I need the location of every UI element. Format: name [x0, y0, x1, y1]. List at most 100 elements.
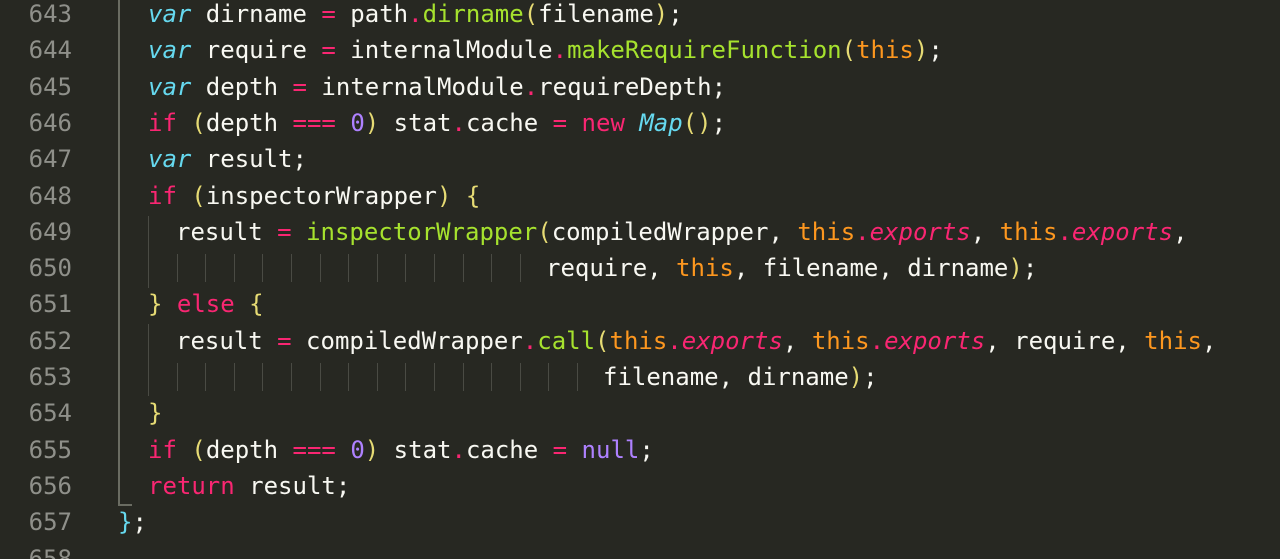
wrap-indent-guide — [233, 254, 235, 283]
code-token: null — [581, 435, 640, 464]
code-token: = — [321, 36, 336, 65]
wrap-indent-guide — [205, 254, 207, 283]
code-token: requireDepth; — [538, 72, 727, 101]
code-token: = — [277, 326, 292, 355]
wrap-indent-guide — [205, 363, 207, 391]
code-line[interactable]: var dirname = path.dirname(filename); — [148, 0, 683, 32]
code-token: this — [797, 217, 856, 246]
code-token: inspectorWrapper — [205, 181, 437, 210]
code-line[interactable]: filename, dirname); — [603, 359, 878, 395]
code-token: cache — [465, 435, 553, 464]
wrap-indent-guide — [376, 363, 378, 391]
code-line[interactable]: if (depth === 0) stat.cache = null; — [148, 432, 654, 468]
code-token: result; — [234, 471, 351, 500]
wrap-indent-guide — [291, 254, 292, 283]
code-line[interactable]: result = inspectorWrapper(compiledWrappe… — [176, 214, 1188, 250]
code-token: depth — [205, 108, 293, 137]
wrap-indent-guide — [405, 254, 407, 283]
code-token: } — [148, 399, 163, 428]
code-token: cache — [465, 108, 553, 137]
code-token: ; — [639, 435, 654, 464]
code-token: ) — [364, 108, 380, 137]
code-token: ( — [537, 217, 552, 246]
code-token: if — [148, 435, 177, 464]
code-token: ( — [176, 435, 206, 464]
code-token: , — [970, 217, 1000, 246]
code-token: . — [552, 36, 568, 65]
code-token: require — [191, 36, 322, 65]
code-token: require, — [546, 254, 677, 283]
wrap-indent-guide — [348, 363, 350, 391]
code-line[interactable]: var result; — [148, 141, 307, 177]
code-editor[interactable]: 643 644 645 646 647 648 649 650 651 652 653 654 655 6… — [0, 0, 1280, 559]
code-token: ) — [913, 36, 929, 65]
code-line[interactable]: var depth = internalModule.requireDepth; — [148, 69, 726, 105]
code-token: return — [148, 471, 235, 500]
code-token: ( — [176, 108, 206, 137]
code-token: internalModule — [335, 36, 553, 65]
code-token: , — [1201, 326, 1217, 355]
code-token: filename, dirname — [603, 363, 849, 391]
code-line[interactable]: if (inspectorWrapper) { — [148, 178, 480, 214]
wrap-indent-guide — [233, 363, 235, 391]
code-line[interactable]: var require = internalModule.makeRequire… — [148, 32, 943, 68]
code-token: ; — [863, 363, 878, 391]
code-token: , filename, dirname — [733, 254, 1009, 283]
code-line[interactable]: result = compiledWrapper.call(this.expor… — [176, 323, 1216, 359]
code-token: exports — [884, 326, 986, 355]
wrap-indent-guide — [548, 363, 550, 391]
code-line[interactable]: } else { — [148, 286, 264, 322]
code-token: var — [148, 145, 192, 174]
code-token: = — [552, 108, 568, 137]
code-token: . — [523, 72, 539, 101]
code-token: new — [581, 108, 625, 137]
code-token: inspectorWrapper — [306, 217, 538, 246]
code-token: . — [451, 435, 466, 464]
code-line[interactable]: if (depth === 0) stat.cache = new Map(); — [148, 105, 726, 141]
code-token: 0 — [350, 108, 365, 137]
code-token: ; — [132, 508, 147, 537]
wrap-indent-guide — [491, 363, 493, 391]
wrap-indent-guide — [491, 254, 493, 283]
code-line[interactable]: } — [148, 395, 162, 431]
code-line[interactable]: }; — [118, 504, 147, 540]
code-token: . — [522, 326, 538, 355]
code-area[interactable]: var dirname = path.dirname(filename); var… — [0, 0, 1280, 559]
code-token: () — [682, 108, 712, 137]
code-token: . — [855, 217, 870, 246]
code-token: dirname — [191, 0, 322, 28]
code-token: Map — [639, 108, 683, 137]
code-token: makeRequireFunction — [567, 36, 842, 65]
code-token: result; — [191, 145, 307, 174]
code-token: depth — [205, 435, 293, 464]
code-token: compiledWrapper, — [551, 217, 798, 246]
code-token: = — [292, 72, 307, 101]
wrap-indent-guide — [462, 363, 464, 391]
code-token: this — [811, 326, 870, 355]
code-token: ; — [928, 36, 943, 65]
wrap-indent-guide — [434, 363, 435, 391]
code-line[interactable]: require, this, filename, dirname); — [546, 250, 1037, 286]
code-token: exports — [1071, 217, 1174, 246]
code-token: . — [667, 326, 682, 355]
code-line[interactable]: return result; — [148, 468, 350, 504]
wrap-indent-guide — [148, 254, 149, 283]
code-token: result — [176, 326, 278, 355]
code-token: exports — [869, 217, 971, 246]
code-token: ; — [711, 108, 727, 137]
code-token: this — [1144, 326, 1202, 355]
code-token: } — [118, 508, 133, 537]
wrap-indent-guide — [148, 363, 149, 391]
code-token: result — [176, 217, 278, 246]
code-token: compiledWrapper — [291, 326, 523, 355]
code-token: , require, — [985, 326, 1145, 355]
code-token: this — [609, 326, 668, 355]
code-token: { — [451, 181, 481, 210]
code-token: , — [1173, 217, 1188, 246]
code-token: . — [1057, 217, 1072, 246]
code-token: dirname — [422, 0, 524, 28]
